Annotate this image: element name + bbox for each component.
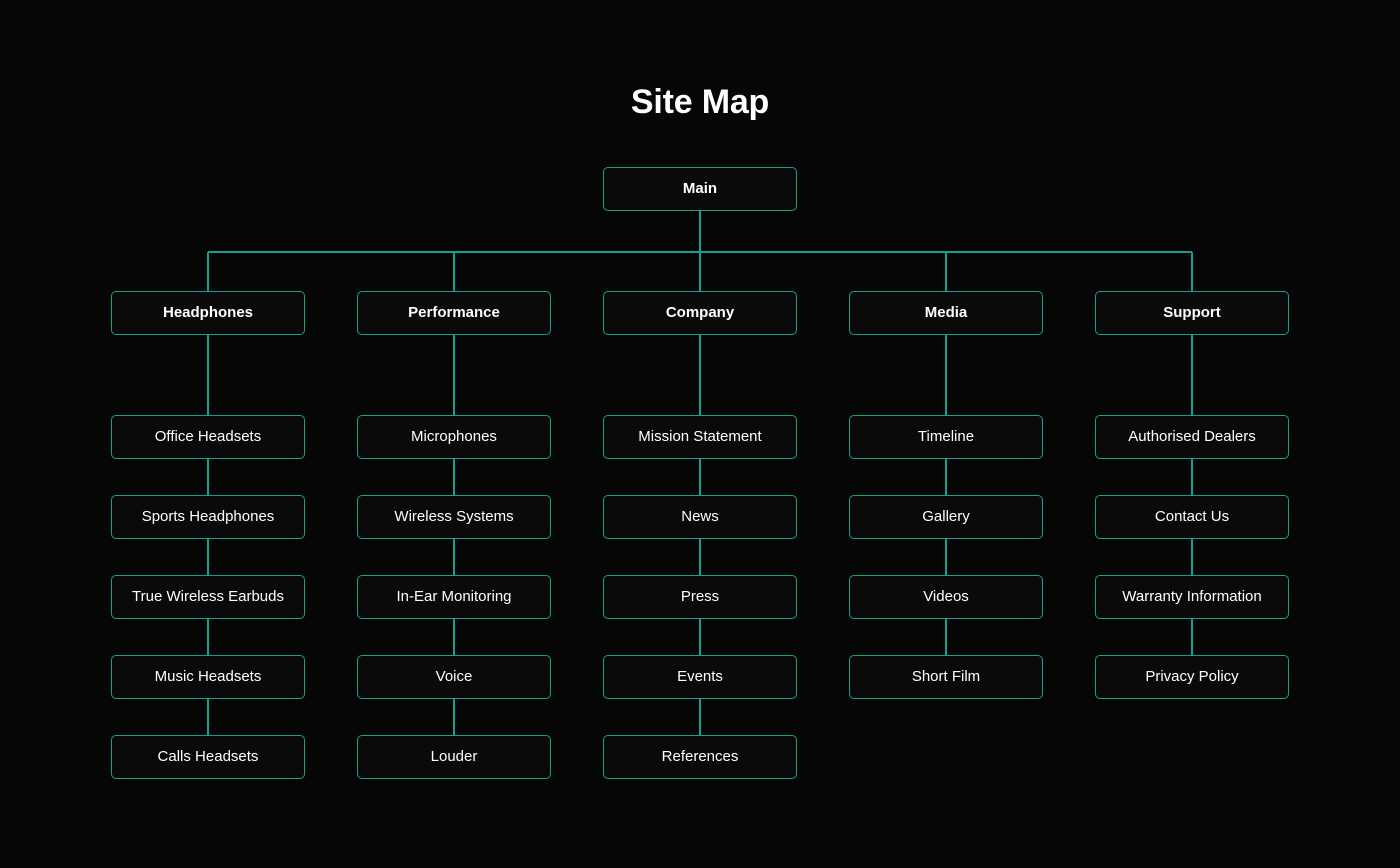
node-item-privacy-policy[interactable]: Privacy Policy — [1095, 655, 1289, 699]
node-branch-support[interactable]: Support — [1095, 291, 1289, 335]
node-item-true-wireless-earbuds[interactable]: True Wireless Earbuds — [111, 575, 305, 619]
node-label: Press — [680, 588, 720, 605]
node-label: Support — [1163, 304, 1221, 321]
node-label: True Wireless Earbuds — [132, 588, 284, 605]
node-label: News — [681, 508, 719, 525]
node-item-authorised-dealers[interactable]: Authorised Dealers — [1095, 415, 1289, 459]
node-item-louder[interactable]: Louder — [357, 735, 551, 779]
node-branch-media[interactable]: Media — [849, 291, 1043, 335]
node-item-voice[interactable]: Voice — [357, 655, 551, 699]
node-label: Videos — [923, 588, 969, 605]
node-label: Authorised Dealers — [1128, 428, 1256, 445]
node-item-music-headsets[interactable]: Music Headsets — [111, 655, 305, 699]
node-label: Wireless Systems — [394, 508, 514, 525]
node-main[interactable]: Main — [603, 167, 797, 211]
node-item-warranty-information[interactable]: Warranty Information — [1095, 575, 1289, 619]
node-label: Headphones — [162, 304, 253, 321]
node-item-references[interactable]: References — [603, 735, 797, 779]
node-item-gallery[interactable]: Gallery — [849, 495, 1043, 539]
node-label: Louder — [430, 748, 478, 765]
node-label: Performance — [408, 304, 500, 321]
node-label: Warranty Information — [1122, 588, 1262, 605]
node-item-videos[interactable]: Videos — [849, 575, 1043, 619]
node-label: Contact Us — [1154, 508, 1230, 525]
node-label: Office Headsets — [154, 428, 262, 445]
node-item-mission-statement[interactable]: Mission Statement — [603, 415, 797, 459]
node-item-office-headsets[interactable]: Office Headsets — [111, 415, 305, 459]
node-label: Privacy Policy — [1145, 668, 1239, 685]
node-branch-headphones[interactable]: Headphones — [111, 291, 305, 335]
node-item-sports-headphones[interactable]: Sports Headphones — [111, 495, 305, 539]
node-label: Short Film — [911, 668, 981, 685]
sitemap-diagram: Site Map Main Headphones Office Headsets Sp… — [0, 0, 1400, 868]
node-label: Events — [677, 668, 723, 685]
node-item-microphones[interactable]: Microphones — [357, 415, 551, 459]
node-item-wireless-systems[interactable]: Wireless Systems — [357, 495, 551, 539]
node-label: References — [661, 748, 739, 765]
node-item-contact-us[interactable]: Contact Us — [1095, 495, 1289, 539]
node-item-press[interactable]: Press — [603, 575, 797, 619]
node-item-events[interactable]: Events — [603, 655, 797, 699]
node-label: Calls Headsets — [157, 748, 259, 765]
node-label: Sports Headphones — [141, 508, 275, 525]
node-label: Media — [924, 304, 968, 321]
node-label: In-Ear Monitoring — [396, 588, 512, 605]
page-title: Site Map — [630, 83, 770, 121]
node-item-news[interactable]: News — [603, 495, 797, 539]
node-label: Gallery — [922, 508, 970, 525]
node-label: Timeline — [917, 428, 975, 445]
node-label: Main — [682, 180, 718, 197]
node-item-timeline[interactable]: Timeline — [849, 415, 1043, 459]
node-item-calls-headsets[interactable]: Calls Headsets — [111, 735, 305, 779]
node-label: Microphones — [411, 428, 497, 445]
node-branch-company[interactable]: Company — [603, 291, 797, 335]
node-label: Music Headsets — [154, 668, 262, 685]
node-label: Mission Statement — [638, 428, 762, 445]
node-label: Voice — [435, 668, 473, 685]
node-branch-performance[interactable]: Performance — [357, 291, 551, 335]
node-item-in-ear-monitoring[interactable]: In-Ear Monitoring — [357, 575, 551, 619]
node-item-short-film[interactable]: Short Film — [849, 655, 1043, 699]
node-label: Company — [665, 304, 735, 321]
